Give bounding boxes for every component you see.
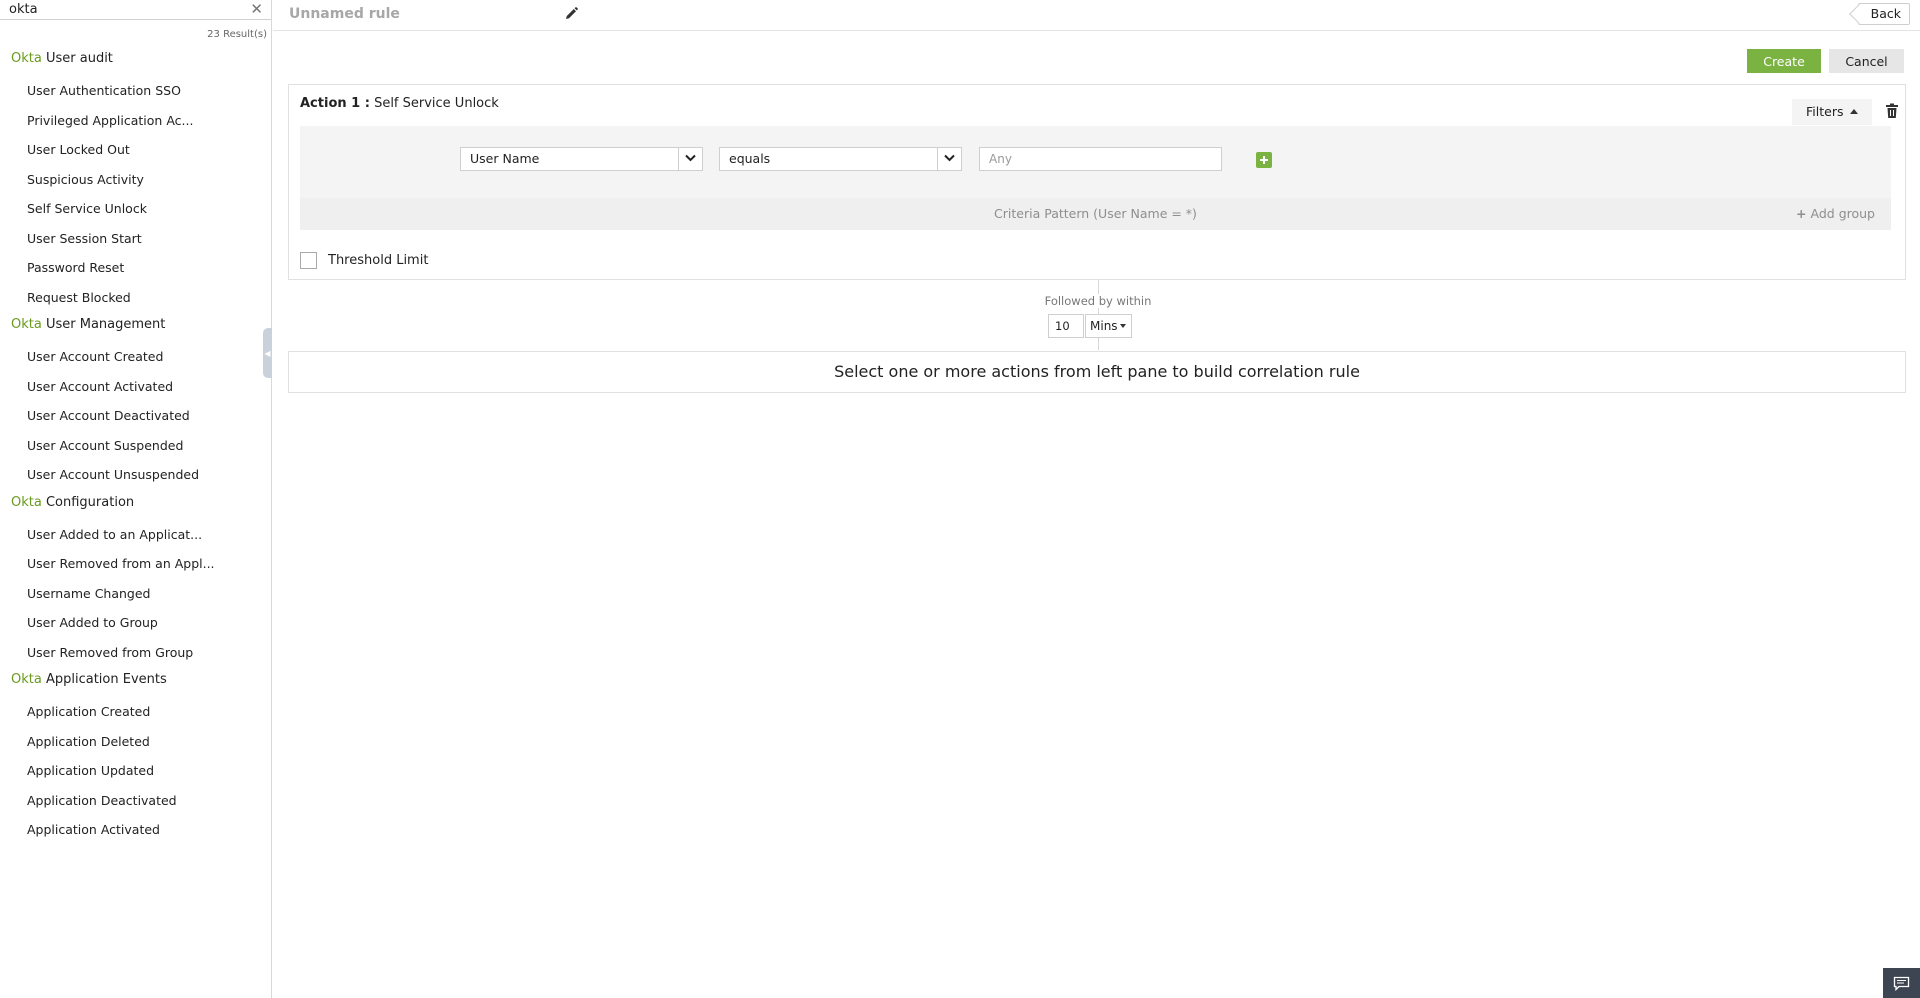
list-item[interactable]: Application Updated <box>0 756 271 786</box>
search-input[interactable] <box>9 0 239 19</box>
list-item[interactable]: User Locked Out <box>0 135 271 165</box>
list-item[interactable]: User Authentication SSO <box>0 76 271 106</box>
list-item[interactable]: User Account Unsuspended <box>0 460 271 490</box>
pencil-icon[interactable] <box>562 5 580 23</box>
followed-by-label: Followed by within <box>1042 294 1154 308</box>
list-item[interactable]: User Account Created <box>0 342 271 372</box>
caret-up-icon <box>1850 109 1859 114</box>
chevron-down-icon <box>944 154 955 162</box>
chevron-down-icon <box>685 154 696 162</box>
group-header: Okta User Management <box>11 317 166 332</box>
list-item[interactable]: Password Reset <box>0 253 271 283</box>
list-item[interactable]: User Session Start <box>0 224 271 254</box>
caret-down-icon <box>1119 324 1126 328</box>
left-pane: ✕ 23 Result(s) Okta User audit User Auth… <box>0 0 272 998</box>
filter-criteria: User Name equals <box>300 126 1891 198</box>
rule-header: Unnamed rule Back <box>273 0 1920 31</box>
collapse-pane-handle[interactable]: ◀ <box>263 328 272 378</box>
cancel-button[interactable]: Cancel <box>1829 49 1904 73</box>
back-label: Back <box>1870 6 1901 21</box>
group-header: Okta User audit <box>11 51 113 66</box>
chat-icon <box>1893 976 1910 991</box>
list-item[interactable]: Privileged Application Ac... <box>0 106 271 136</box>
close-icon[interactable]: ✕ <box>250 0 263 20</box>
operator-select[interactable]: equals <box>719 147 962 171</box>
result-count: 23 Result(s) <box>207 29 267 40</box>
list-item[interactable]: User Removed from Group <box>0 638 271 668</box>
action-card: Action 1 : Self Service Unlock Filters U… <box>288 84 1906 280</box>
value-input[interactable] <box>979 147 1222 171</box>
threshold-checkbox[interactable] <box>300 252 317 269</box>
list-item[interactable]: User Added to an Applicat... <box>0 520 271 550</box>
create-button[interactable]: Create <box>1747 49 1821 73</box>
action-groups: Okta User audit User Authentication SSO … <box>0 46 271 845</box>
time-unit-select[interactable]: Mins <box>1085 314 1132 338</box>
chevron-left-icon: ◀ <box>264 348 271 358</box>
trash-icon[interactable] <box>1885 103 1899 119</box>
list-item[interactable]: Application Created <box>0 697 271 727</box>
rule-name[interactable]: Unnamed rule <box>289 6 400 22</box>
list-item[interactable]: User Account Suspended <box>0 431 271 461</box>
empty-action-hint: Select one or more actions from left pan… <box>288 351 1906 393</box>
action-title: Action 1 : Self Service Unlock <box>300 96 499 111</box>
rule-builder: Unnamed rule Back Create Cancel Action 1… <box>273 0 1920 998</box>
criteria-pattern-bar: Criteria Pattern (User Name = *) + Add gr… <box>300 198 1891 230</box>
list-item[interactable]: Application Deleted <box>0 727 271 757</box>
criteria-pattern: Criteria Pattern (User Name = *) <box>994 206 1197 221</box>
list-item[interactable]: Application Activated <box>0 815 271 845</box>
list-item[interactable]: User Account Activated <box>0 372 271 402</box>
list-item[interactable]: User Added to Group <box>0 608 271 638</box>
threshold-label: Threshold Limit <box>328 253 429 268</box>
list-item[interactable]: User Removed from an Appl... <box>0 549 271 579</box>
feedback-button[interactable] <box>1883 968 1920 998</box>
list-item[interactable]: Self Service Unlock <box>0 194 271 224</box>
add-group-button[interactable]: + Add group <box>1796 198 1875 230</box>
within-value-input[interactable] <box>1048 314 1084 338</box>
filters-toggle[interactable]: Filters <box>1792 99 1873 125</box>
search-box: ✕ <box>0 0 271 20</box>
list-item[interactable]: Suspicious Activity <box>0 165 271 195</box>
group-header: Okta Configuration <box>11 494 135 510</box>
back-button[interactable]: Back <box>1857 3 1910 25</box>
field-select[interactable]: User Name <box>460 147 703 171</box>
add-criteria-button[interactable] <box>1256 152 1272 168</box>
group-header: Okta Application Events <box>11 672 167 687</box>
plus-icon: + <box>1796 206 1807 221</box>
list-item[interactable]: Username Changed <box>0 579 271 609</box>
list-item[interactable]: User Account Deactivated <box>0 401 271 431</box>
list-item[interactable]: Application Deactivated <box>0 786 271 816</box>
list-item[interactable]: Request Blocked <box>0 283 271 313</box>
